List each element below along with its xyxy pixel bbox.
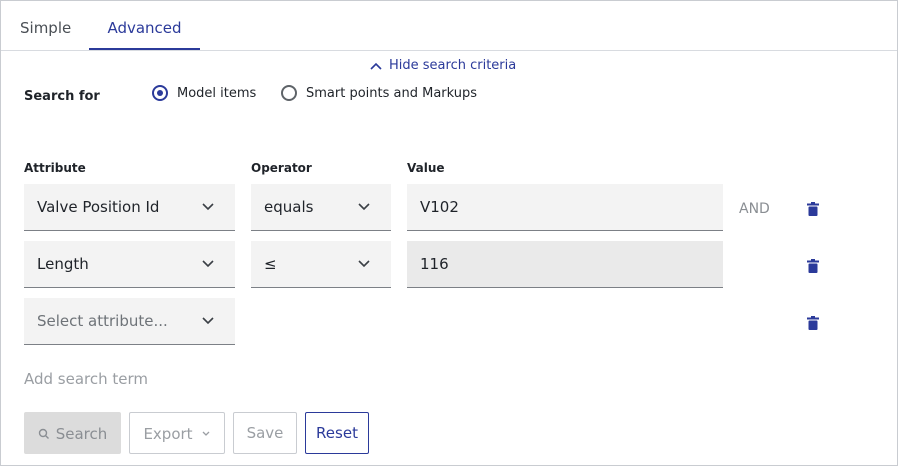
chevron-down-icon <box>202 431 210 436</box>
chevron-down-icon <box>202 260 214 268</box>
delete-icon[interactable] <box>807 316 819 330</box>
value-column-header: Value <box>407 161 445 175</box>
operator-column-header: Operator <box>251 161 312 175</box>
chevron-up-icon <box>369 61 383 71</box>
operator-select-value: ≤ <box>264 255 277 273</box>
attribute-select-empty[interactable]: Select attribute... <box>24 298 235 345</box>
reset-button[interactable]: Reset <box>305 412 369 454</box>
operator-select[interactable]: ≤ <box>251 241 391 288</box>
chevron-down-icon <box>358 260 370 268</box>
value-input[interactable]: 116 <box>407 241 723 288</box>
chevron-down-icon <box>202 317 214 325</box>
attribute-select[interactable]: Length <box>24 241 235 288</box>
radio-model-items-label: Model items <box>177 85 257 101</box>
operator-select[interactable]: equals <box>251 184 391 231</box>
chevron-down-icon <box>358 203 370 211</box>
attribute-select[interactable]: Valve Position Id <box>24 184 235 231</box>
hide-search-criteria-label: Hide search criteria <box>389 58 517 73</box>
value-input-text: 116 <box>420 255 449 273</box>
radio-model-items[interactable]: Model items <box>152 85 256 101</box>
attribute-column-header: Attribute <box>24 161 86 175</box>
export-button[interactable]: Export <box>129 412 225 454</box>
search-icon <box>38 428 49 439</box>
attribute-select-value: Length <box>37 255 89 273</box>
export-button-label: Export <box>143 424 193 443</box>
search-button-label: Search <box>55 424 108 443</box>
chevron-down-icon <box>202 203 214 211</box>
delete-icon[interactable] <box>807 259 819 273</box>
search-for-label: Search for <box>24 89 100 104</box>
add-search-term-link[interactable]: Add search term <box>24 370 148 388</box>
value-input-text: V102 <box>420 198 459 216</box>
operator-select-value: equals <box>264 198 314 216</box>
tab-simple[interactable]: Simple <box>20 1 71 48</box>
value-input[interactable]: V102 <box>407 184 723 231</box>
save-button[interactable]: Save <box>233 412 297 454</box>
radio-unselected-icon <box>281 85 297 101</box>
radio-smart-points-markups[interactable]: Smart points and Markups <box>281 85 477 101</box>
attribute-select-value: Valve Position Id <box>37 198 160 216</box>
search-button[interactable]: Search <box>24 412 121 454</box>
tab-advanced[interactable]: Advanced <box>89 1 200 50</box>
advanced-search-panel: Simple Advanced Hide search criteria Sea… <box>0 0 898 466</box>
delete-icon[interactable] <box>807 202 819 216</box>
conjunction-label: AND <box>739 201 770 217</box>
attribute-select-placeholder: Select attribute... <box>37 312 168 330</box>
radio-smart-points-label: Smart points and Markups <box>306 85 478 101</box>
radio-selected-icon <box>152 85 168 101</box>
hide-search-criteria-link[interactable]: Hide search criteria <box>369 58 516 73</box>
tab-bar: Simple Advanced <box>1 1 897 51</box>
